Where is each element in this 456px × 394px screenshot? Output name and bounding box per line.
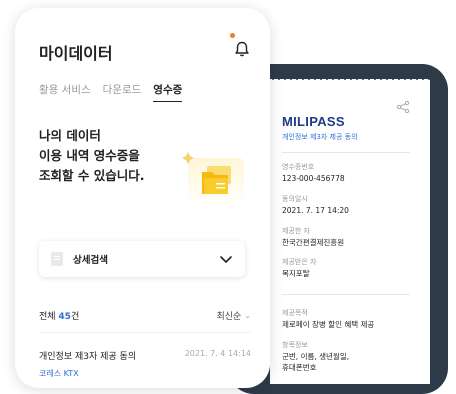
receipt-field: 제공한 자 한국간편결제진흥원 xyxy=(282,226,418,248)
detail-search-button[interactable]: 상세검색 xyxy=(39,241,245,277)
receipt-field-value: 제로페이 장병 할인 혜택 제공 xyxy=(282,320,375,329)
list-item-header: 개인정보 제3자 제공 동의 2021. 7. 4 14:14 xyxy=(39,349,251,362)
receipt-field-value: 휴대폰번호 xyxy=(282,363,317,372)
hero-line: 이용 내역 영수증을 xyxy=(39,148,140,163)
receipt-divider xyxy=(282,152,410,153)
front-phone-frame: 마이데이터 활용 서비스 다운로드 영수증 나의 데이터 이용 내역 영수증을 … xyxy=(15,8,270,388)
page-title: 마이데이터 xyxy=(39,44,113,63)
tab-bar: 활용 서비스 다운로드 영수증 xyxy=(39,82,183,102)
count-suffix: 건 xyxy=(70,312,80,322)
bell-icon[interactable] xyxy=(233,40,251,58)
total-count: 전체 45건 xyxy=(39,309,79,322)
list-item-date: 2021. 7. 4 14:14 xyxy=(184,349,251,358)
list-divider xyxy=(39,332,251,333)
folder-icon xyxy=(182,152,244,208)
receipt-field-value: 123-000-456778 xyxy=(282,174,345,183)
receipt-field: 항목정보 군번, 이름, 생년월일, 휴대폰번호 xyxy=(282,340,418,373)
receipt-field-label: 항목정보 xyxy=(282,341,308,349)
count-prefix: 전체 xyxy=(39,312,59,322)
receipt-field-value: 군번, 이름, 생년월일, xyxy=(282,352,350,361)
notification-dot xyxy=(230,33,235,38)
receipt-divider xyxy=(282,294,410,295)
document-icon xyxy=(51,252,63,266)
receipt-subtitle: 개인정보 제3자 제공 동의 xyxy=(282,133,358,141)
receipt-zigzag-edge xyxy=(270,79,430,85)
receipt-field-value: 복지포탈 xyxy=(282,269,310,278)
receipt-brand: MILIPASS xyxy=(282,114,345,129)
receipt-field: 제공목적 제로페이 장병 할인 혜택 제공 xyxy=(282,308,418,330)
share-icon[interactable] xyxy=(396,100,410,114)
receipt-field-label: 제공받은 자 xyxy=(282,258,317,266)
receipt-field-label: 제공한 자 xyxy=(282,227,310,235)
chevron-down-icon: ⌄ xyxy=(244,311,251,320)
hero-line: 조회할 수 있습니다. xyxy=(39,168,145,183)
sort-label: 최신순 xyxy=(216,312,242,322)
hero-line: 나의 데이터 xyxy=(39,128,101,143)
receipt-field: 제공받은 자 복지포탈 xyxy=(282,257,418,279)
chevron-down-icon xyxy=(220,256,232,263)
hero-text: 나의 데이터 이용 내역 영수증을 조회할 수 있습니다. xyxy=(39,126,144,186)
list-item[interactable]: 개인정보 제3자 제공 동의 2021. 7. 4 14:14 코레스 KTX xyxy=(39,349,251,379)
tab-services[interactable]: 활용 서비스 xyxy=(39,82,91,102)
tab-receipts[interactable]: 영수증 xyxy=(153,82,183,102)
receipt-field-label: 동의일시 xyxy=(282,195,308,203)
count-number: 45 xyxy=(58,312,71,322)
tab-downloads[interactable]: 다운로드 xyxy=(103,82,142,102)
receipt-field: 동의일시 2021. 7. 17 14:20 xyxy=(282,194,418,216)
receipt-field: 영수증번호 123-000-456778 xyxy=(282,162,418,184)
list-header: 전체 45건 최신순 ⌄ xyxy=(39,309,251,322)
sort-dropdown[interactable]: 최신순 ⌄ xyxy=(216,309,251,322)
receipt-field-label: 영수증번호 xyxy=(282,163,315,171)
receipt-field-label: 제공목적 xyxy=(282,309,308,317)
receipt-card: MILIPASS 개인정보 제3자 제공 동의 영수증번호 123-000-45… xyxy=(270,79,430,384)
list-item-provider: 코레스 KTX xyxy=(39,369,79,378)
detail-search-label: 상세검색 xyxy=(73,255,108,266)
receipt-field-value: 한국간편결제진흥원 xyxy=(282,238,345,247)
receipt-field-value: 2021. 7. 17 14:20 xyxy=(282,206,349,215)
list-item-title: 개인정보 제3자 제공 동의 xyxy=(39,352,137,362)
